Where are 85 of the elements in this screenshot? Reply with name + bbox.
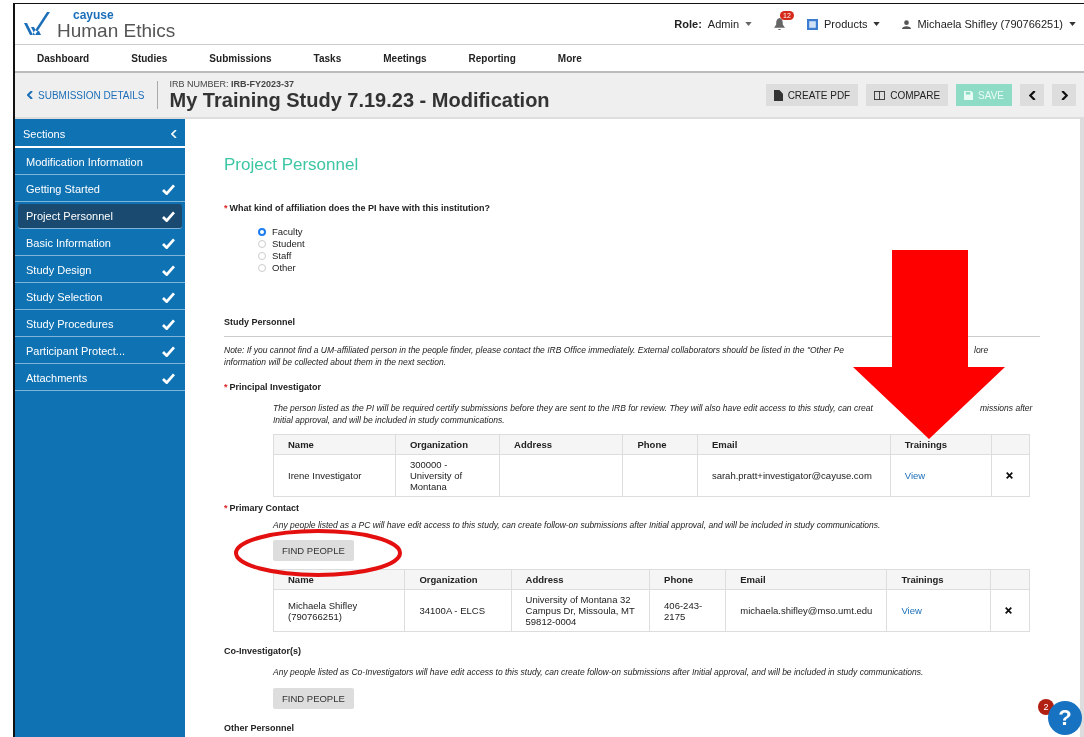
- logo-text: cayuse: [73, 8, 115, 21]
- toolbar-button[interactable]: COMPARE: [866, 84, 949, 106]
- table-cell: Irene Investigator: [288, 470, 362, 481]
- table-cell: University of Montana 32 Campus Dr, Missoula, MT 59812-0004: [525, 594, 635, 627]
- logo-icon: [23, 11, 53, 37]
- description-text: The person listed as the PI will be required certify submissions before they are sent to the IRB for review. They will also have edit access to this study, can creat: [273, 402, 874, 414]
- column-header: Name: [273, 434, 396, 455]
- toolbar-button[interactable]: CREATE PDF: [765, 84, 859, 106]
- chevron-left-icon[interactable]: [27, 91, 33, 99]
- note-text: lore: [974, 344, 989, 356]
- back-link[interactable]: SUBMISSION DETAILS: [38, 89, 145, 101]
- radio-button[interactable]: [258, 239, 266, 248]
- radio-label[interactable]: Faculty: [272, 226, 303, 237]
- column-header: Trainings: [890, 434, 992, 455]
- caret-icon[interactable]: [745, 22, 753, 26]
- column-header: Email: [725, 569, 887, 590]
- document-icon: [773, 89, 783, 101]
- columns-icon: [874, 90, 886, 100]
- description-text: Initial approval, and will be included in study communications.: [273, 414, 506, 426]
- nav-tab[interactable]: Meetings: [383, 52, 427, 64]
- nav-tab[interactable]: More: [557, 52, 582, 64]
- note-text: Note: If you cannot find a UM-affiliated person in the people finder, please contact the IRB Office immediately. External collaborators should be listed in the "Other Pe: [224, 344, 845, 356]
- caret-icon[interactable]: [1069, 22, 1076, 26]
- column-header: Organization: [395, 434, 500, 455]
- column-header: Address: [499, 434, 623, 455]
- find-people-button[interactable]: FIND PEOPLE: [273, 688, 354, 709]
- column-header: Email: [697, 434, 891, 455]
- description-text: missions after: [980, 402, 1033, 414]
- column-header: Trainings: [886, 569, 991, 590]
- table-cell: 300000 - University of Montana: [409, 459, 463, 492]
- field-heading: Other Personnel: [224, 723, 295, 733]
- help-badge: 2: [1038, 699, 1054, 715]
- irb-number: IRB NUMBER: IRB-FY2023-37: [169, 79, 296, 89]
- previous-button[interactable]: [1020, 84, 1044, 106]
- caret-icon[interactable]: [873, 22, 881, 26]
- nav-tab[interactable]: Submissions: [209, 52, 272, 64]
- remove-icon[interactable]: [1005, 607, 1013, 614]
- note-text: information will be collected about them in the next section.: [224, 356, 448, 368]
- required-mark: *: [224, 203, 228, 213]
- column-header: Organization: [405, 569, 512, 590]
- table-cell: Michaela Shifley (790766251): [288, 599, 358, 622]
- role-label: Role:: [674, 18, 702, 30]
- required-mark: *: [224, 503, 228, 513]
- column-header: Phone: [649, 569, 726, 590]
- bell-icon[interactable]: [774, 18, 786, 30]
- remove-icon[interactable]: [1005, 472, 1013, 479]
- section-title: Project Personnel: [224, 155, 360, 175]
- chevron-left-icon: [1028, 90, 1036, 100]
- question-label: What kind of affiliation does the PI have with this institution?: [229, 203, 490, 213]
- view-link[interactable]: View: [904, 470, 926, 481]
- table-cell: 406-243-2175: [664, 599, 703, 622]
- table-cell: 34100A - ELCS: [419, 605, 485, 616]
- radio-label[interactable]: Other: [272, 262, 296, 273]
- find-people-button[interactable]: FIND PEOPLE: [273, 540, 354, 561]
- description-text: Any people listed as Co-Investigators will have edit access to this study, can create follow-on submissions after Initial approval, and will be included in study communications.: [273, 666, 925, 678]
- user-icon: [902, 19, 912, 29]
- column-header: Phone: [623, 434, 698, 455]
- page-title: My Training Study 7.19.23 - Modification: [169, 89, 550, 111]
- table-cell: sarah.pratt+investigator@cayuse.com: [711, 470, 872, 481]
- field-heading: Primary Contact: [229, 503, 300, 513]
- radio-button[interactable]: [258, 227, 266, 236]
- role-dropdown[interactable]: Admin: [707, 18, 740, 30]
- radio-button[interactable]: [258, 263, 266, 272]
- nav-tab[interactable]: Reporting: [468, 52, 516, 64]
- nav-tab[interactable]: Dashboard: [37, 52, 90, 64]
- nav-tab[interactable]: Studies: [131, 52, 168, 64]
- radio-button[interactable]: [258, 251, 266, 260]
- description-text: Any people listed as a PC will have edit access to this study, can create follow-on submissions after Initial approval, and will be included in study communications.: [273, 519, 882, 531]
- floppy-icon: [964, 90, 974, 100]
- user-menu[interactable]: Michaela Shifley (790766251): [917, 18, 1063, 30]
- table-cell: michaela.shifley@mso.umt.edu: [740, 605, 873, 616]
- column-header: Address: [511, 569, 650, 590]
- sidebar-item[interactable]: Project Personnel: [18, 204, 182, 229]
- radio-label[interactable]: Student: [272, 238, 305, 249]
- nav-tab[interactable]: Tasks: [313, 52, 342, 64]
- field-heading: Co-Investigator(s): [224, 646, 301, 656]
- field-heading: Principal Investigator: [229, 382, 322, 392]
- view-link[interactable]: View: [901, 605, 922, 616]
- next-button[interactable]: [1052, 84, 1076, 106]
- products-menu[interactable]: Products: [824, 18, 868, 30]
- chevron-right-icon: [1060, 90, 1068, 100]
- required-mark: *: [224, 382, 228, 392]
- help-button[interactable]: ?: [1048, 701, 1082, 735]
- sidebar-title: Sections: [23, 127, 66, 140]
- radio-label[interactable]: Staff: [272, 250, 292, 261]
